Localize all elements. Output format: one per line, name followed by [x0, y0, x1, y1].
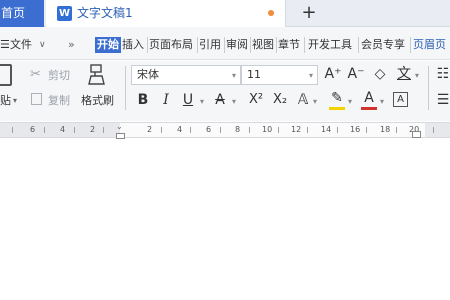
shrink-font-icon[interactable]: A⁻	[346, 65, 366, 83]
ruler-label: 2	[90, 125, 96, 134]
menu-divider	[250, 37, 251, 53]
ruler-tick	[190, 127, 191, 133]
font-size-dropdown-icon[interactable]: ▾	[309, 71, 313, 80]
menu-divider	[304, 37, 305, 53]
underline-button[interactable]: U	[180, 91, 196, 109]
menu-tab-insert[interactable]: 插入	[122, 37, 144, 53]
tab-home[interactable]: 首页	[0, 0, 44, 27]
right-indent-marker[interactable]	[412, 131, 421, 138]
ruler-tick	[249, 127, 250, 133]
menu-divider	[147, 37, 148, 53]
highlight-color-bar	[329, 107, 345, 110]
underline-dropdown-icon[interactable]: ▾	[200, 97, 204, 106]
ruler-tick	[433, 127, 434, 133]
menu-tab-membership[interactable]: 会员专享	[361, 37, 405, 53]
ruler-tick	[74, 127, 75, 133]
unsaved-indicator	[268, 10, 274, 16]
font-size-select[interactable]: 11	[241, 65, 318, 85]
menu-divider	[197, 37, 198, 53]
italic-button[interactable]: I	[158, 91, 174, 109]
first-line-indent-marker[interactable]: ⌄	[116, 123, 125, 131]
menu-tab-developer[interactable]: 开发工具	[308, 37, 352, 53]
menu-tab-review[interactable]: 审阅	[226, 37, 248, 53]
strikethrough-button[interactable]: A	[212, 91, 228, 109]
scissors-icon: ✂	[30, 67, 41, 82]
font-color-dropdown-icon[interactable]: ▾	[380, 97, 384, 106]
menu-tab-page-layout[interactable]: 页面布局	[149, 37, 193, 53]
indent-icon[interactable]: ☰	[436, 91, 450, 109]
ruler-tick	[337, 127, 338, 133]
ruler-tick	[307, 127, 308, 133]
font-name-value: 宋体	[137, 68, 159, 81]
paste-button-label[interactable]: 贴	[0, 94, 11, 108]
new-tab-button[interactable]: +	[298, 2, 320, 24]
menu-tab-references[interactable]: 引用	[199, 37, 221, 53]
ruler-tick	[220, 127, 221, 133]
ruler-label: 8	[235, 125, 241, 134]
highlight-pen-icon[interactable]: ✎	[328, 89, 346, 107]
ruler-tick	[278, 127, 279, 133]
menu-divider	[410, 37, 411, 53]
text-effect-icon[interactable]: 𝔸	[295, 91, 311, 109]
format-painter-icon[interactable]	[88, 64, 106, 86]
character-border-button[interactable]: A	[393, 92, 408, 107]
menu-tab-view[interactable]: 视图	[252, 37, 274, 53]
copy-button[interactable]: 复制	[48, 94, 70, 108]
phonetic-dropdown-icon[interactable]: ▾	[415, 71, 419, 80]
cut-button[interactable]: 剪切	[48, 69, 70, 83]
menu-collapsed-icon[interactable]: ☰	[0, 37, 10, 53]
ruler-tick	[366, 127, 367, 133]
writer-doc-icon: W	[57, 6, 72, 21]
menu-divider	[358, 37, 359, 53]
ruler-label: 6	[30, 125, 36, 134]
ruler-label: 10	[262, 125, 273, 134]
ruler-tick	[161, 127, 162, 133]
font-size-value: 11	[247, 68, 261, 81]
strikethrough-dropdown-icon[interactable]: ▾	[232, 97, 236, 106]
ruler-label: 18	[380, 125, 391, 134]
ruler-label: 12	[291, 125, 302, 134]
ruler-label: 4	[177, 125, 183, 134]
ruler-tick	[44, 127, 45, 133]
menu-more-icon[interactable]: »	[68, 37, 75, 53]
toolbar-divider	[125, 66, 126, 110]
ruler-label: 2	[147, 125, 153, 134]
ruler-label: 6	[206, 125, 212, 134]
clear-format-icon[interactable]: ◇	[370, 65, 390, 83]
font-name-select[interactable]: 宋体	[131, 65, 241, 85]
font-color-button[interactable]: A	[361, 89, 377, 107]
superscript-button[interactable]: X²	[245, 91, 267, 109]
ruler-tick	[103, 127, 104, 133]
ruler-tick	[12, 127, 13, 133]
copy-icon	[31, 93, 42, 105]
ruler-label: 4	[60, 125, 66, 134]
subscript-button[interactable]: X₂	[269, 91, 291, 109]
menu-tab-header-footer[interactable]: 页眉页	[413, 37, 446, 53]
document-title: 文字文稿1	[77, 6, 133, 20]
chevron-down-icon[interactable]: ∨	[39, 37, 46, 53]
phonetic-guide-icon[interactable]: 文	[394, 65, 414, 83]
list-icon[interactable]: ☷	[436, 65, 450, 83]
document-page[interactable]	[0, 139, 450, 300]
format-painter-button[interactable]: 格式刷	[81, 94, 114, 108]
font-color-bar	[361, 107, 377, 110]
menu-divider	[276, 37, 277, 53]
paste-icon[interactable]	[0, 64, 12, 86]
grow-font-icon[interactable]: A⁺	[323, 65, 343, 83]
font-name-dropdown-icon[interactable]: ▾	[232, 71, 236, 80]
text-effect-dropdown-icon[interactable]: ▾	[313, 97, 317, 106]
menu-file[interactable]: 文件	[10, 37, 32, 53]
toolbar-divider	[428, 66, 429, 110]
ruler-label: 14	[321, 125, 332, 134]
ruler-tick	[396, 127, 397, 133]
menu-tab-home[interactable]: 开始	[95, 37, 121, 53]
menu-divider	[224, 37, 225, 53]
ruler-label: 16	[350, 125, 361, 134]
menu-tab-section[interactable]: 章节	[278, 37, 300, 53]
paste-dropdown-icon[interactable]: ▾	[13, 94, 17, 108]
bold-button[interactable]: B	[134, 91, 152, 109]
highlight-dropdown-icon[interactable]: ▾	[348, 97, 352, 106]
